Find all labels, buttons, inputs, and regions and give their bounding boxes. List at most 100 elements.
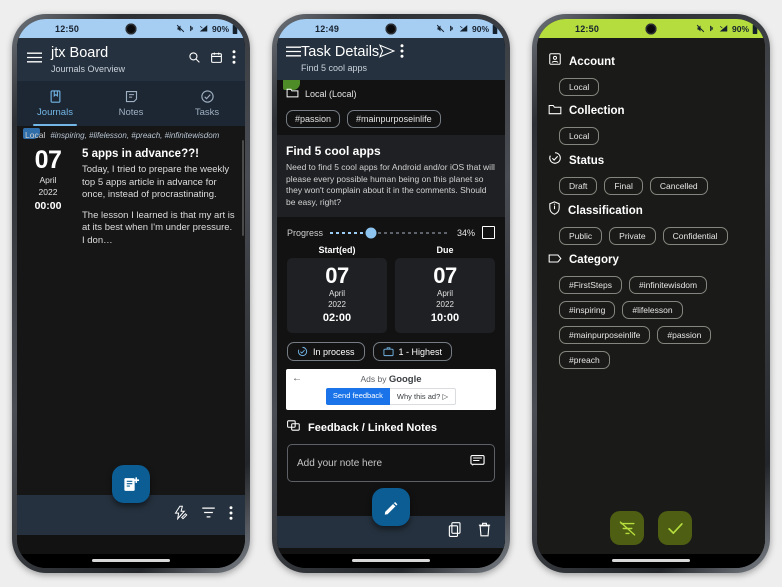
- tab-notes[interactable]: Notes: [93, 81, 169, 126]
- calendar-icon[interactable]: [210, 51, 223, 69]
- send-icon[interactable]: [379, 44, 399, 62]
- filter-chip[interactable]: #FirstSteps: [559, 276, 622, 294]
- page-title: Task Details: [301, 44, 380, 60]
- filter-chip[interactable]: Public: [559, 227, 603, 245]
- linked-notes-icon: [287, 419, 301, 437]
- note-icon: [125, 90, 137, 103]
- comment-icon[interactable]: [470, 454, 485, 472]
- start-day: 07: [325, 263, 349, 288]
- filter-chip[interactable]: Local: [559, 127, 600, 145]
- send-feedback-button[interactable]: Send feedback: [325, 388, 390, 405]
- filter-chip[interactable]: #lifelesson: [622, 301, 683, 319]
- filter-chip[interactable]: #infinitewisdom: [629, 276, 708, 294]
- clear-filter-button[interactable]: [610, 511, 644, 545]
- slider-thumb[interactable]: [365, 227, 377, 238]
- edit-task-fab[interactable]: [372, 488, 410, 526]
- app-bar-titles: Task Details Find 5 cool apps: [301, 44, 379, 74]
- account-icon: [548, 52, 562, 71]
- tag-chip[interactable]: #mainpurposeinlife: [347, 110, 441, 128]
- section-header-classification: Classification: [548, 201, 754, 220]
- filter-chip[interactable]: #inspiring: [559, 301, 616, 319]
- entry-text: 5 apps in advance??! Today, I tried to p…: [82, 147, 236, 255]
- battery-icon: [232, 23, 238, 34]
- filter-action-bar: [537, 502, 765, 554]
- front-camera-punchhole: [645, 23, 657, 34]
- status-progress-icon: [548, 151, 562, 170]
- quick-add-icon[interactable]: [173, 505, 188, 525]
- scrollbar[interactable]: [241, 140, 244, 236]
- copy-icon[interactable]: [448, 522, 462, 542]
- list-item[interactable]: 07 April 2022 00:00 5 apps in advance??!…: [17, 142, 245, 263]
- task-summary-card: Find 5 cool apps Need to find 5 cool app…: [277, 135, 505, 217]
- filter-chip[interactable]: Cancelled: [649, 177, 708, 195]
- signal-icon: [199, 25, 208, 32]
- why-this-ad-button[interactable]: Why this ad? ▷: [389, 388, 457, 405]
- signal-icon: [719, 25, 728, 32]
- status-bar-icons: 90%: [696, 23, 758, 34]
- section-title: Account: [569, 55, 615, 68]
- start-date-cell[interactable]: Start(ed) 07 April 2022 02:00: [287, 245, 387, 333]
- add-entry-fab[interactable]: [112, 465, 150, 503]
- task-description: Need to find 5 cool apps for Android and…: [286, 162, 495, 207]
- mute-icon: [696, 24, 705, 33]
- priority-chip[interactable]: 1 - Highest: [372, 342, 453, 361]
- search-icon[interactable]: [188, 51, 201, 69]
- start-date-label: Start(ed): [318, 245, 356, 255]
- due-year: 2022: [436, 300, 454, 309]
- start-year: 2022: [328, 300, 346, 309]
- filter-chip[interactable]: Private: [609, 227, 656, 245]
- filter-chip[interactable]: Local: [559, 78, 600, 96]
- hamburger-menu-icon[interactable]: [286, 44, 301, 62]
- filter-chip[interactable]: #passion: [657, 326, 712, 344]
- tab-tasks-label: Tasks: [194, 107, 220, 118]
- filter-icon[interactable]: [201, 506, 216, 524]
- app-bar-titles: jtx Board Journals Overview: [51, 45, 188, 75]
- folder-icon: [548, 102, 562, 120]
- status-bar: 12:50 90%: [537, 19, 765, 38]
- overflow-menu-icon[interactable]: [229, 505, 233, 525]
- google-ad-banner[interactable]: ← Ads by Google Send feedback Why this a…: [286, 369, 496, 410]
- filter-chip[interactable]: Confidential: [662, 227, 728, 245]
- phone-1-journals: 12:50 90% jtx Board Journals Overview Jo…: [12, 14, 250, 573]
- due-date-box[interactable]: 07 April 2022 10:00: [395, 258, 495, 333]
- progress-slider[interactable]: [330, 227, 450, 239]
- app-bar-actions: [188, 50, 236, 69]
- tab-tasks[interactable]: Tasks: [169, 81, 245, 126]
- filter-panel[interactable]: Account Local Collection Local Status Dr…: [537, 38, 765, 554]
- section-title: Classification: [568, 204, 643, 217]
- start-date-box[interactable]: 07 April 2022 02:00: [287, 258, 387, 333]
- bluetooth-icon: [189, 24, 194, 31]
- status-chip-list: Draft Final Cancelled: [548, 177, 754, 195]
- shield-info-icon: [548, 201, 561, 220]
- task-complete-checkbox[interactable]: [482, 226, 495, 239]
- journal-list[interactable]: Local #inspiring, #lifelesson, #preach, …: [17, 126, 245, 535]
- due-date-label: Due: [436, 245, 454, 255]
- ad-buttons: Send feedback Why this ad? ▷: [292, 388, 490, 405]
- page-subtitle: Find 5 cool apps: [301, 63, 368, 73]
- tag-chip[interactable]: #passion: [286, 110, 341, 128]
- task-detail-scroll[interactable]: Local (Local) #passion #mainpurposeinlif…: [277, 80, 505, 548]
- note-input-field[interactable]: Add your note here: [287, 444, 495, 482]
- collection-chip-list: Local: [548, 127, 754, 145]
- hamburger-menu-icon[interactable]: [27, 50, 42, 68]
- overflow-menu-icon[interactable]: [232, 50, 236, 69]
- due-month: April: [436, 289, 453, 298]
- due-date-cell[interactable]: Due 07 April 2022 10:00: [395, 245, 495, 333]
- filter-chip[interactable]: Final: [604, 177, 643, 195]
- apply-filter-button[interactable]: [658, 511, 692, 545]
- delete-icon[interactable]: [478, 522, 491, 542]
- start-time: 02:00: [322, 312, 352, 324]
- status-bar-time: 12:50: [575, 23, 600, 34]
- classification-chip-list: Public Private Confidential: [548, 227, 754, 245]
- phone-2-task-details: 12:49 90% Task Details Find 5 cool apps: [272, 14, 510, 573]
- feedback-title: Feedback / Linked Notes: [308, 422, 437, 434]
- status-chip[interactable]: In process: [287, 342, 365, 361]
- filter-chip[interactable]: Draft: [559, 177, 598, 195]
- edit-pencil-icon: [384, 501, 397, 515]
- overflow-menu-icon[interactable]: [400, 44, 404, 62]
- back-arrow-icon[interactable]: ←: [292, 373, 302, 385]
- app-bar: jtx Board Journals Overview: [17, 38, 245, 81]
- filter-chip[interactable]: #mainpurposeinlife: [559, 326, 651, 344]
- tab-journals[interactable]: Journals: [17, 81, 93, 126]
- filter-chip[interactable]: #preach: [559, 351, 610, 369]
